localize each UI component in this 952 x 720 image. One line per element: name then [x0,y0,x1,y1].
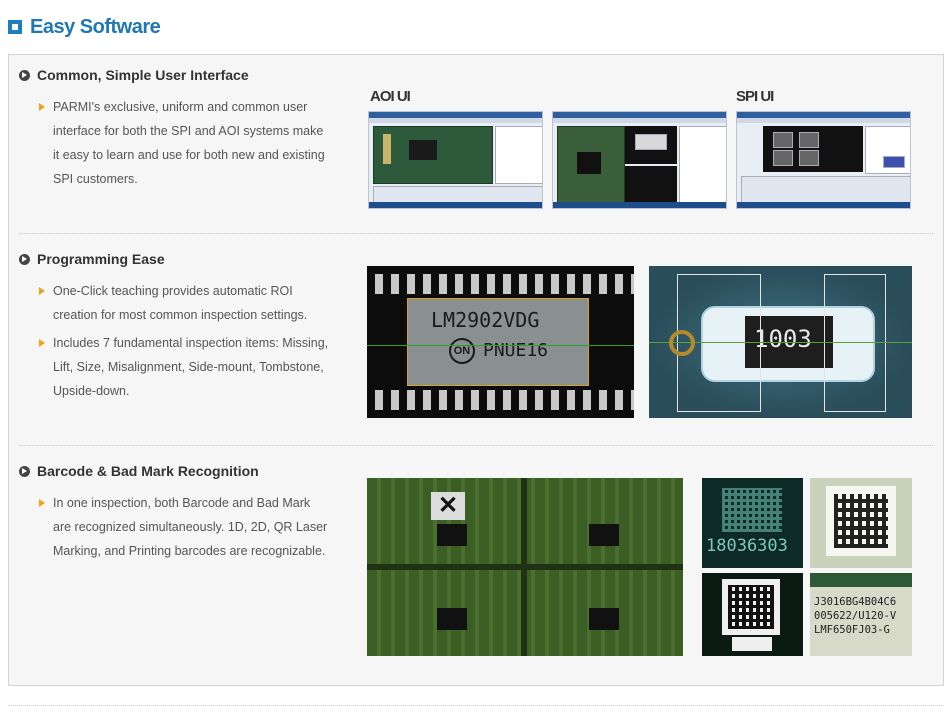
spi-ui-screenshot [736,111,911,209]
circle-arrow-icon [19,253,30,265]
list-item: Includes 7 fundamental inspection items:… [39,331,329,403]
qr-barcode-image [702,573,803,656]
printed-label-text-image: J3016BG4B04C6 005622/U120-V LMF650FJ03-G [810,573,912,656]
section-text: PARMI's exclusive, uniform and common us… [39,95,329,191]
pcb-bad-mark-image: ✕ [367,478,683,656]
orange-triangle-icon [39,499,45,507]
page-title: Easy Software [30,15,161,38]
aoi-ui-screenshot-2 [552,111,727,209]
page-title-bar: Easy Software [8,13,161,41]
section-text: In one inspection, both Barcode and Bad … [39,491,329,563]
section-programming-ease: Programming Ease One-Click teaching prov… [9,235,943,446]
section-heading: Barcode & Bad Mark Recognition [19,463,259,479]
list-item: One-Click teaching provides automatic RO… [39,279,329,327]
aoi-ui-label: AOI UI [370,88,411,105]
orange-triangle-icon [39,103,45,111]
spi-ui-label: SPI UI [736,88,774,105]
section-heading: Programming Ease [19,251,165,267]
aoi-ui-screenshot-1 [368,111,543,209]
section-barcode-recognition: Barcode & Bad Mark Recognition In one in… [9,445,943,685]
content-panel: Common, Simple User Interface PARMI's ex… [8,54,944,686]
orange-triangle-icon [39,339,45,347]
circle-arrow-icon [19,465,30,477]
resistor-image: 1003 [649,266,912,418]
section-common-ui: Common, Simple User Interface PARMI's ex… [9,55,943,235]
list-item: In one inspection, both Barcode and Bad … [39,491,329,563]
laser-2d-barcode-image: 18036303 [702,478,803,568]
bottom-divider [8,705,944,706]
circle-arrow-icon [19,69,30,81]
ic-chip-image: LM2902VDG ON PNUE16 [367,266,634,418]
section-text: One-Click teaching provides automatic RO… [39,279,329,403]
orange-triangle-icon [39,287,45,295]
printed-2d-barcode-image [810,478,912,568]
list-item: PARMI's exclusive, uniform and common us… [39,95,329,191]
title-square-icon [8,20,22,34]
section-heading: Common, Simple User Interface [19,67,249,83]
